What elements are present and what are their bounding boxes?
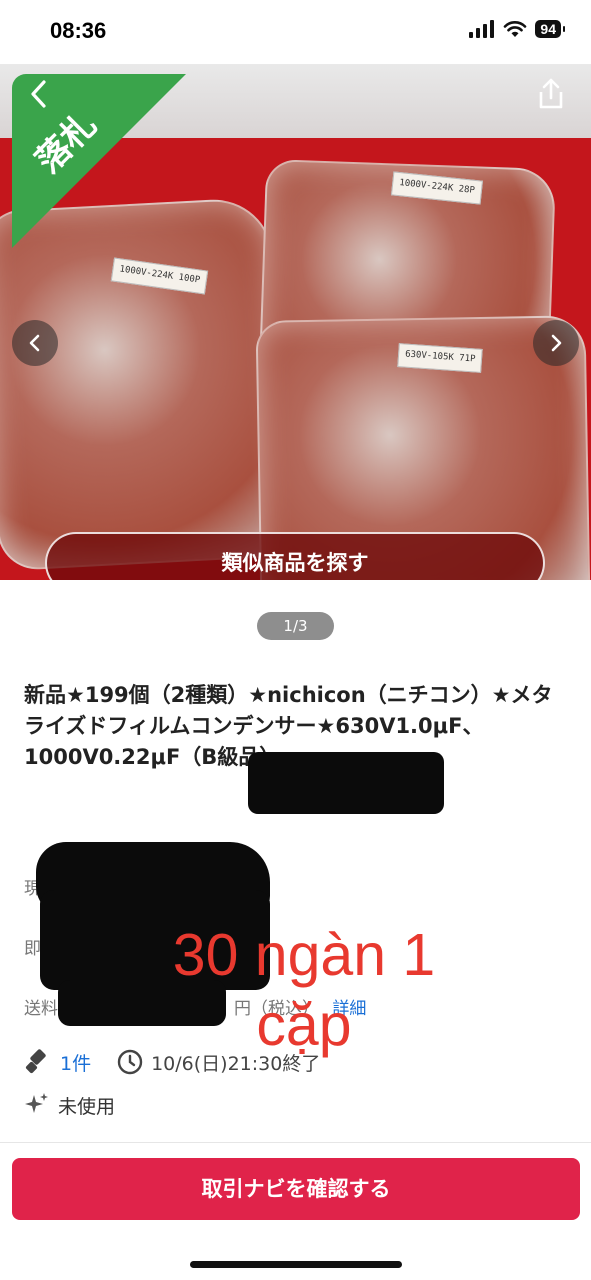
bids-count-link[interactable]: 1件 bbox=[60, 1049, 91, 1076]
price-annotation: 30 ngàn 1 cặp bbox=[134, 920, 474, 1060]
divider bbox=[0, 1142, 591, 1143]
chevron-left-icon bbox=[29, 334, 40, 352]
sparkle-icon bbox=[25, 1093, 48, 1113]
find-similar-button[interactable]: 類似商品を探す bbox=[45, 532, 545, 580]
chevron-left-icon bbox=[31, 80, 46, 108]
annotation-line: 30 ngàn 1 bbox=[172, 922, 436, 988]
capacitor-bag-image bbox=[0, 196, 290, 572]
wifi-icon bbox=[504, 21, 527, 37]
condition-row: 未使用 bbox=[24, 1090, 115, 1120]
status-time: 08:36 bbox=[50, 18, 107, 43]
gavel-icon bbox=[25, 1049, 46, 1074]
share-icon bbox=[539, 78, 563, 109]
product-image-carousel[interactable]: 1000V-224K 100P 1000V-224K 28P 630V-105K… bbox=[0, 64, 591, 580]
previous-image-button[interactable] bbox=[12, 320, 58, 366]
annotation-line: cặp bbox=[256, 992, 352, 1058]
battery-icon: 94 bbox=[535, 20, 565, 38]
status-bar: 08:36 94 bbox=[0, 0, 591, 64]
shipping-label: 送料 bbox=[24, 999, 58, 1019]
status-icons: 94 bbox=[469, 20, 565, 38]
shipping-row: 送料 円（税込） 詳細 bbox=[24, 994, 366, 1019]
image-pager: 1/3 bbox=[257, 612, 334, 640]
transaction-navi-button[interactable]: 取引ナビを確認する bbox=[12, 1158, 580, 1220]
home-indicator bbox=[190, 1261, 402, 1268]
next-image-button[interactable] bbox=[533, 320, 579, 366]
signal-icon bbox=[469, 20, 495, 38]
chevron-right-icon bbox=[551, 334, 562, 352]
condition-label: 未使用 bbox=[58, 1095, 116, 1118]
back-button[interactable] bbox=[22, 76, 58, 112]
redaction-mark bbox=[248, 752, 444, 814]
share-button[interactable] bbox=[533, 76, 569, 112]
